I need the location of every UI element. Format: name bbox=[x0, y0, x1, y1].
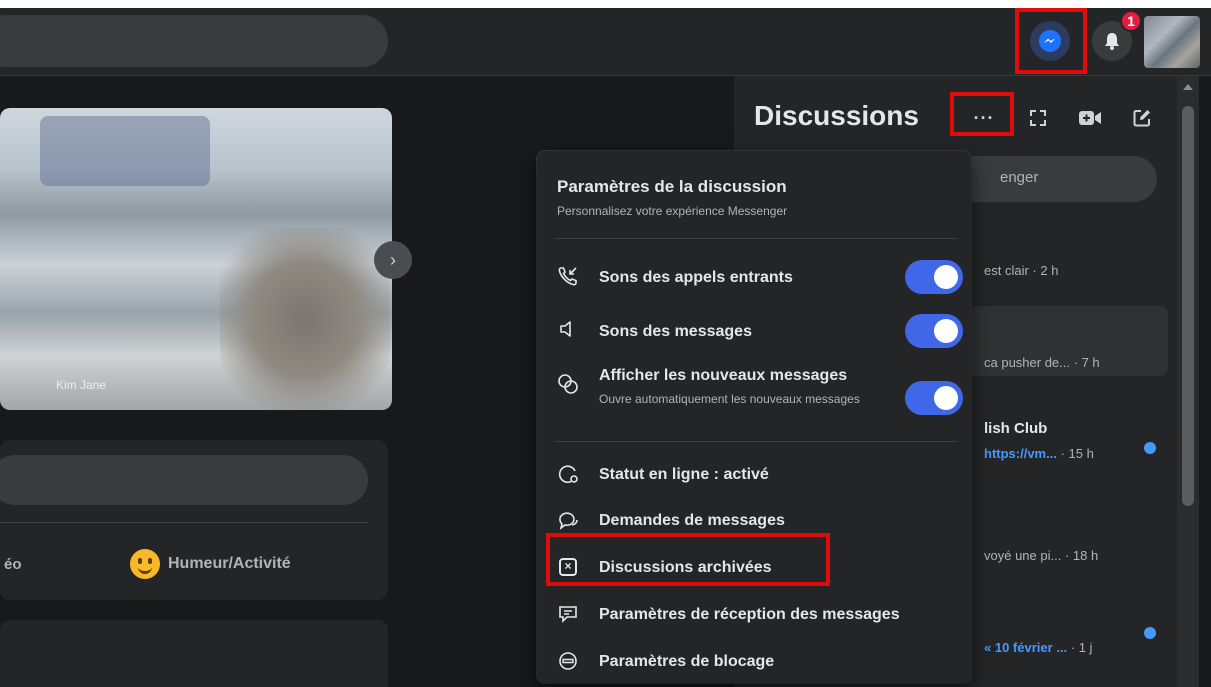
new-room-button[interactable] bbox=[1072, 100, 1108, 136]
menu-item-message-sounds[interactable]: Sons des messages bbox=[537, 311, 971, 351]
video-plus-icon bbox=[1079, 111, 1101, 125]
menu-subtitle: Personnalisez votre expérience Messenger bbox=[557, 204, 788, 218]
menu-item-label: Paramètres de réception des messages bbox=[599, 606, 900, 623]
story-image-blur bbox=[220, 228, 390, 410]
messenger-icon bbox=[1039, 30, 1061, 52]
chat-preview: voyé une pi... · 18 h bbox=[984, 548, 1099, 563]
create-post-box: éo Humeur/Activité bbox=[0, 440, 388, 600]
menu-divider bbox=[555, 441, 957, 442]
menu-item-message-delivery-settings[interactable]: Paramètres de réception des messages bbox=[537, 594, 971, 634]
create-post-input[interactable] bbox=[0, 455, 368, 505]
menu-divider bbox=[555, 238, 957, 239]
messenger-button[interactable] bbox=[1030, 21, 1070, 61]
menu-item-label: Sons des appels entrants bbox=[599, 269, 793, 286]
chats-scrollbar[interactable] bbox=[1177, 76, 1199, 687]
message-delivery-icon bbox=[555, 601, 581, 627]
menu-item-incoming-call-sounds[interactable]: Sons des appels entrants bbox=[537, 257, 971, 297]
show-new-messages-toggle[interactable] bbox=[905, 381, 963, 415]
post-action-video[interactable]: éo bbox=[4, 556, 22, 573]
scroll-up-arrow-icon[interactable] bbox=[1183, 84, 1193, 90]
message-sounds-toggle[interactable] bbox=[905, 314, 963, 348]
menu-item-label: Statut en ligne : activé bbox=[599, 466, 769, 483]
facebook-screen: 1 Kim Jane › éo Humeur/Activité Discussi… bbox=[0, 8, 1211, 687]
menu-item-label: Paramètres de blocage bbox=[599, 653, 775, 670]
top-navigation-bar: 1 bbox=[0, 8, 1211, 76]
chat-name: lish Club bbox=[984, 420, 1048, 437]
chat-preview: ca pusher de... · 7 h bbox=[984, 355, 1100, 370]
notification-count-badge: 1 bbox=[1120, 10, 1142, 32]
compose-icon bbox=[1133, 110, 1150, 127]
incoming-call-sounds-toggle[interactable] bbox=[905, 260, 963, 294]
chats-options-button[interactable]: ··· bbox=[966, 100, 1002, 136]
menu-item-show-new-messages[interactable]: Afficher les nouveaux messages Ouvre aut… bbox=[537, 359, 971, 431]
menu-item-archived-chats[interactable]: × Discussions archivées bbox=[537, 547, 971, 587]
menu-item-label: Demandes de messages bbox=[599, 512, 785, 529]
speaker-icon bbox=[555, 316, 581, 342]
mood-activity-label: Humeur/Activité bbox=[168, 555, 291, 572]
menu-item-label: Discussions archivées bbox=[599, 559, 772, 576]
chat-preview: https://vm... · 15 h bbox=[984, 446, 1094, 461]
smiley-icon bbox=[130, 549, 160, 579]
chevron-right-icon: › bbox=[390, 249, 396, 270]
unread-dot bbox=[1144, 627, 1156, 639]
online-status-icon bbox=[555, 461, 581, 487]
menu-item-description: Ouvre automatiquement les nouveaux messa… bbox=[599, 392, 860, 406]
expand-icon bbox=[1030, 110, 1046, 126]
profile-avatar[interactable] bbox=[1144, 16, 1200, 68]
chat-settings-menu: Paramètres de la discussion Personnalise… bbox=[537, 151, 971, 683]
chat-bubbles-icon bbox=[555, 371, 581, 397]
unread-dot bbox=[1144, 442, 1156, 454]
menu-item-blocking-settings[interactable]: Paramètres de blocage bbox=[537, 641, 971, 681]
bell-icon bbox=[1105, 33, 1119, 50]
block-icon bbox=[555, 648, 581, 674]
messenger-search-placeholder: enger bbox=[1000, 169, 1039, 186]
menu-item-label: Afficher les nouveaux messages bbox=[599, 367, 848, 384]
post-divider bbox=[0, 522, 368, 523]
expand-chats-button[interactable] bbox=[1020, 100, 1056, 136]
phone-incoming-icon bbox=[555, 263, 581, 289]
story-card[interactable] bbox=[0, 108, 392, 410]
chats-title: Discussions bbox=[754, 100, 919, 131]
chat-preview: est clair · 2 h bbox=[984, 263, 1059, 278]
facebook-search-bar[interactable] bbox=[0, 15, 388, 67]
archive-box-icon: × bbox=[555, 554, 581, 580]
chat-preview: « 10 février ... · 1 j bbox=[984, 640, 1093, 655]
more-options-icon: ··· bbox=[973, 107, 995, 128]
mood-activity-button[interactable]: Humeur/Activité bbox=[130, 546, 291, 582]
new-message-button[interactable] bbox=[1124, 100, 1160, 136]
story-thumbnail bbox=[40, 116, 210, 186]
menu-item-message-requests[interactable]: Demandes de messages bbox=[537, 500, 971, 540]
menu-item-label: Sons des messages bbox=[599, 323, 752, 340]
story-author-name: Kim Jane bbox=[56, 378, 107, 392]
menu-item-online-status[interactable]: Statut en ligne : activé bbox=[537, 454, 971, 494]
menu-title: Paramètres de la discussion bbox=[557, 177, 787, 196]
story-next-button[interactable]: › bbox=[374, 241, 412, 279]
message-requests-icon bbox=[555, 507, 581, 533]
feed-post-card bbox=[0, 620, 388, 687]
scrollbar-thumb[interactable] bbox=[1182, 106, 1194, 506]
